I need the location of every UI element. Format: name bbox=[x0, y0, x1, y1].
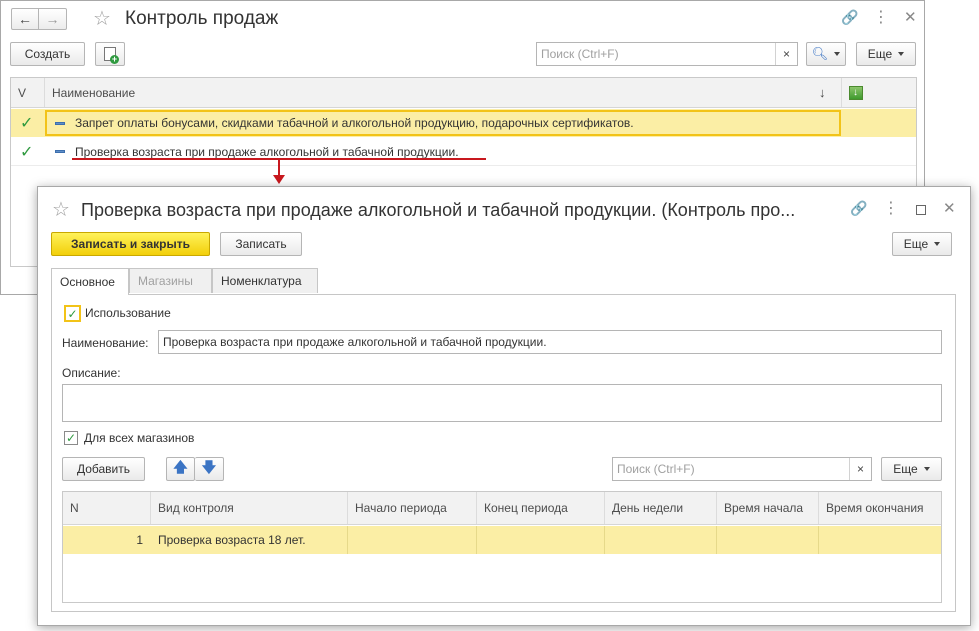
tab-nomenclature[interactable]: Номенклатура bbox=[212, 268, 318, 293]
maximize-icon[interactable] bbox=[916, 205, 926, 215]
save-and-close-button[interactable]: Записать и закрыть bbox=[51, 232, 210, 256]
column-kind[interactable]: Вид контроля bbox=[150, 492, 347, 524]
arrow-right-icon: → bbox=[45, 11, 60, 27]
search-icon: 🔍︎ bbox=[811, 46, 829, 61]
more-label: Еще bbox=[893, 462, 918, 476]
table-row[interactable]: 1 Проверка возраста 18 лет. bbox=[63, 526, 941, 554]
cell-weekday bbox=[604, 526, 716, 554]
back-nav-button[interactable]: ← bbox=[11, 8, 39, 30]
cell-kind: Проверка возраста 18 лет. bbox=[158, 533, 306, 547]
column-weekday[interactable]: День недели bbox=[604, 492, 716, 524]
search-options-button[interactable]: 🔍︎ bbox=[806, 42, 846, 66]
cell-n: 1 bbox=[136, 533, 143, 547]
tab-main[interactable]: Основное bbox=[51, 268, 129, 295]
item-icon bbox=[55, 150, 65, 153]
name-label: Наименование: bbox=[62, 336, 149, 350]
front-window: ☆ Проверка возраста при продаже алкоголь… bbox=[37, 186, 971, 626]
save-button[interactable]: Записать bbox=[220, 232, 302, 256]
column-name[interactable]: Наименование bbox=[44, 78, 841, 107]
column-group[interactable]: ↓ bbox=[841, 78, 916, 107]
selected-cell[interactable]: Запрет оплаты бонусами, скидками табачно… bbox=[45, 110, 841, 136]
column-time-end[interactable]: Время окончания bbox=[818, 492, 941, 524]
column-end-period[interactable]: Конец периода bbox=[476, 492, 604, 524]
move-down-button[interactable]: 🡇 bbox=[195, 457, 224, 481]
table-search-input[interactable]: Поиск (Ctrl+F) × bbox=[612, 457, 872, 481]
menu-dots-icon[interactable]: ⋮ bbox=[873, 7, 889, 27]
column-v[interactable]: V bbox=[11, 78, 44, 107]
move-up-button[interactable]: 🡅 bbox=[166, 457, 195, 481]
favorite-star-icon[interactable]: ☆ bbox=[52, 197, 70, 222]
all-stores-label: Для всех магазинов bbox=[84, 431, 195, 445]
create-button[interactable]: Создать bbox=[10, 42, 85, 66]
control-table: N Вид контроля Начало периода Конец пери… bbox=[62, 491, 942, 603]
more-button[interactable]: Еще bbox=[892, 232, 952, 256]
table-search-placeholder: Поиск (Ctrl+F) bbox=[617, 462, 695, 476]
forward-nav-button[interactable]: → bbox=[39, 8, 67, 30]
all-stores-checkbox[interactable]: ✓ bbox=[64, 431, 78, 445]
link-icon[interactable]: 🔗 bbox=[850, 200, 867, 217]
annotation-arrow-head bbox=[273, 175, 285, 184]
add-button[interactable]: Добавить bbox=[62, 457, 145, 481]
name-value: Проверка возраста при продаже алкогольно… bbox=[163, 335, 547, 349]
clear-search-icon[interactable]: × bbox=[849, 458, 871, 480]
more-label: Еще bbox=[903, 237, 929, 251]
table-more-button[interactable]: Еще bbox=[881, 457, 942, 481]
arrow-down-icon: 🡇 bbox=[201, 459, 217, 475]
column-n[interactable]: N bbox=[63, 492, 150, 524]
cell-time-end bbox=[818, 526, 941, 554]
search-placeholder: Поиск (Ctrl+F) bbox=[541, 47, 619, 61]
cell-end bbox=[476, 526, 604, 554]
sort-down-icon[interactable]: ↓ bbox=[819, 85, 826, 100]
favorite-star-icon[interactable]: ☆ bbox=[93, 6, 111, 31]
column-start-period[interactable]: Начало периода bbox=[347, 492, 476, 524]
link-icon[interactable]: 🔗 bbox=[841, 9, 858, 26]
copy-button[interactable]: + bbox=[95, 42, 125, 66]
description-field[interactable] bbox=[62, 384, 942, 422]
column-time-start[interactable]: Время начала bbox=[716, 492, 818, 524]
usage-checkbox[interactable]: ✓ bbox=[64, 305, 81, 322]
description-label: Описание: bbox=[62, 366, 121, 380]
cell-time-start bbox=[716, 526, 818, 554]
more-label: Еще bbox=[867, 47, 893, 61]
form-title: Проверка возраста при продаже алкогольно… bbox=[81, 200, 796, 220]
row-name: Запрет оплаты бонусами, скидками табачно… bbox=[75, 116, 634, 130]
group-arrow-icon: ↓ bbox=[849, 85, 863, 100]
check-icon: ✓ bbox=[20, 144, 34, 161]
tab-stores[interactable]: Магазины bbox=[129, 268, 212, 293]
close-icon[interactable]: ✕ bbox=[943, 199, 956, 217]
list-row[interactable]: ✓ Запрет оплаты бонусами, скидками табач… bbox=[11, 109, 916, 137]
menu-dots-icon[interactable]: ⋮ bbox=[883, 198, 899, 218]
more-button[interactable]: Еще bbox=[856, 42, 916, 66]
window-title: Контроль продаж bbox=[125, 8, 279, 29]
list-row[interactable]: ✓ Проверка возраста при продаже алкоголь… bbox=[11, 137, 916, 166]
add-document-icon: + bbox=[104, 47, 119, 64]
usage-label: Использование bbox=[85, 306, 171, 320]
arrow-up-icon: 🡅 bbox=[173, 459, 188, 475]
clear-search-icon[interactable]: × bbox=[775, 43, 797, 65]
tab-panel: ✓ Использование Наименование: Проверка в… bbox=[51, 294, 956, 612]
close-icon[interactable]: ✕ bbox=[904, 8, 917, 26]
item-icon bbox=[55, 121, 65, 125]
annotation-arrow-line bbox=[278, 159, 280, 176]
check-icon: ✓ bbox=[20, 115, 34, 132]
search-input[interactable]: Поиск (Ctrl+F) × bbox=[536, 42, 798, 66]
table-header: N Вид контроля Начало периода Конец пери… bbox=[63, 492, 941, 525]
arrow-left-icon: ← bbox=[18, 11, 32, 27]
cell-start bbox=[347, 526, 476, 554]
row-name: Проверка возраста при продаже алкогольно… bbox=[75, 144, 459, 159]
name-field[interactable]: Проверка возраста при продаже алкогольно… bbox=[158, 330, 942, 354]
list-header: V Наименование ↓ ↓ bbox=[11, 78, 916, 108]
